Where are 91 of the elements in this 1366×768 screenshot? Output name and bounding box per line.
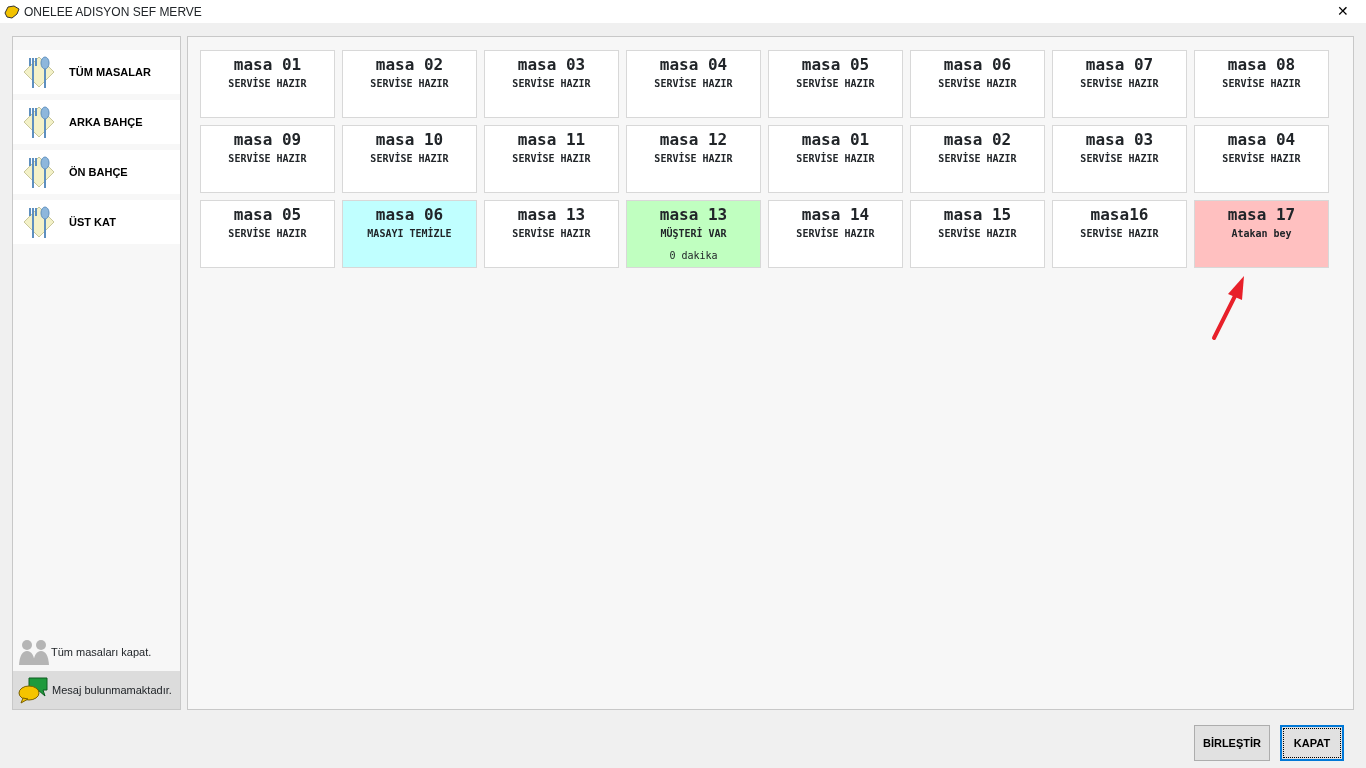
table-name: masa 17 (1227, 206, 1296, 224)
message-status: Mesaj bulunmamaktadır. (52, 682, 172, 698)
window-title: ONELEE ADISYON SEF MERVE (24, 3, 202, 21)
table-name: masa 13 (659, 206, 728, 224)
table-name: masa 04 (659, 56, 728, 74)
action-button[interactable]: BİRLEŞTİR (1193, 725, 1270, 761)
table-tile[interactable]: masa 01 SERVİSE HAZIR (768, 125, 903, 193)
cutlery-icon (23, 105, 55, 139)
table-name: masa 05 (233, 206, 302, 224)
table-status: SERVİSE HAZIR (370, 76, 449, 91)
elapsed-time: 0 dakika (669, 249, 718, 263)
table-status: SERVİSE HAZIR (512, 76, 591, 91)
table-status: SERVİSE HAZIR (654, 151, 733, 166)
table-status: SERVİSE HAZIR (1080, 76, 1159, 91)
table-status: SERVİSE HAZIR (512, 226, 591, 241)
table-name: masa 06 (943, 56, 1012, 74)
table-name: masa 08 (1227, 56, 1296, 74)
table-name: masa 07 (1085, 56, 1154, 74)
cutlery-icon (23, 155, 55, 189)
table-status: SERVİSE HAZIR (796, 76, 875, 91)
section-item[interactable]: ÖN BAHÇE (13, 150, 180, 194)
section-item[interactable]: ÜST KAT (13, 200, 180, 244)
table-tile[interactable]: masa 12 SERVİSE HAZIR (626, 125, 761, 193)
table-tile[interactable]: masa 07 SERVİSE HAZIR (1052, 50, 1187, 118)
table-name: masa 02 (943, 131, 1012, 149)
table-tile[interactable]: masa 03 SERVİSE HAZIR (484, 50, 619, 118)
table-status: MÜŞTERİ VAR (660, 226, 727, 241)
table-status: SERVİSE HAZIR (938, 151, 1017, 166)
table-tile[interactable]: masa 15 SERVİSE HAZIR (910, 200, 1045, 268)
table-tile[interactable]: masa 13 SERVİSE HAZIR (484, 200, 619, 268)
table-status: SERVİSE HAZIR (1080, 226, 1159, 241)
table-tile[interactable]: masa 06 SERVİSE HAZIR (910, 50, 1045, 118)
table-name: masa 15 (943, 206, 1012, 224)
table-tile[interactable]: masa 05 SERVİSE HAZIR (768, 50, 903, 118)
table-name: masa 10 (375, 131, 444, 149)
table-name: masa 03 (1085, 131, 1154, 149)
table-tile[interactable]: masa 04 SERVİSE HAZIR (626, 50, 761, 118)
close-all-label[interactable]: Tüm masaları kapat. (51, 643, 152, 661)
action-button[interactable]: KAPAT (1280, 725, 1344, 761)
section-item[interactable]: ARKA BAHÇE (13, 100, 180, 144)
table-tile[interactable]: masa 01 SERVİSE HAZIR (200, 50, 335, 118)
table-tile[interactable]: masa 17 Atakan bey (1194, 200, 1329, 268)
table-tile[interactable]: masa 04 SERVİSE HAZIR (1194, 125, 1329, 193)
table-status: SERVİSE HAZIR (228, 151, 307, 166)
table-name: masa 03 (517, 56, 586, 74)
table-status: SERVİSE HAZIR (654, 76, 733, 91)
table-tile[interactable]: masa 02 SERVİSE HAZIR (342, 50, 477, 118)
table-status: SERVİSE HAZIR (370, 151, 449, 166)
table-name: masa 04 (1227, 131, 1296, 149)
table-status: SERVİSE HAZIR (1080, 151, 1159, 166)
table-status: MASAYI TEMİZLE (367, 226, 452, 241)
table-tile[interactable]: masa 10 SERVİSE HAZIR (342, 125, 477, 193)
section-item[interactable]: TÜM MASALAR (13, 50, 180, 94)
table-tile[interactable]: masa 13 MÜŞTERİ VAR 0 dakika (626, 200, 761, 268)
app-icon (4, 4, 20, 19)
speech-bubbles-icon (17, 676, 49, 704)
table-tile[interactable]: masa 05 SERVİSE HAZIR (200, 200, 335, 268)
table-status: SERVİSE HAZIR (938, 226, 1017, 241)
table-tile[interactable]: masa 08 SERVİSE HAZIR (1194, 50, 1329, 118)
cutlery-icon (23, 55, 55, 89)
table-tile[interactable]: masa 09 SERVİSE HAZIR (200, 125, 335, 193)
arrow-drawing (1212, 276, 1244, 340)
table-name: masa 13 (517, 206, 586, 224)
table-status: SERVİSE HAZIR (1222, 151, 1301, 166)
table-name: masa 05 (801, 56, 870, 74)
table-name: masa 09 (233, 131, 302, 149)
table-name: masa 14 (801, 206, 870, 224)
table-name: masa16 (1090, 206, 1149, 224)
table-tile[interactable]: masa 11 SERVİSE HAZIR (484, 125, 619, 193)
table-name: masa 02 (375, 56, 444, 74)
cutlery-icon (23, 205, 55, 239)
table-name: masa 01 (801, 131, 870, 149)
table-tile[interactable]: masa 03 SERVİSE HAZIR (1052, 125, 1187, 193)
table-status: SERVİSE HAZIR (796, 151, 875, 166)
table-status: SERVİSE HAZIR (228, 76, 307, 91)
table-status: SERVİSE HAZIR (228, 226, 307, 241)
table-status: SERVİSE HAZIR (512, 151, 591, 166)
table-tile[interactable]: masa16 SERVİSE HAZIR (1052, 200, 1187, 268)
table-status: SERVİSE HAZIR (1222, 76, 1301, 91)
close-button[interactable]: ✕ (1320, 0, 1366, 23)
table-tile[interactable]: masa 02 SERVİSE HAZIR (910, 125, 1045, 193)
table-name: masa 01 (233, 56, 302, 74)
table-tile[interactable]: masa 14 SERVİSE HAZIR (768, 200, 903, 268)
table-name: masa 06 (375, 206, 444, 224)
table-name: masa 11 (517, 131, 586, 149)
table-status: Atakan bey (1231, 227, 1292, 241)
table-status: SERVİSE HAZIR (938, 76, 1017, 91)
people-icon (17, 638, 51, 666)
table-tile[interactable]: masa 06 MASAYI TEMİZLE (342, 200, 477, 268)
table-name: masa 12 (659, 131, 728, 149)
table-status: SERVİSE HAZIR (796, 226, 875, 241)
